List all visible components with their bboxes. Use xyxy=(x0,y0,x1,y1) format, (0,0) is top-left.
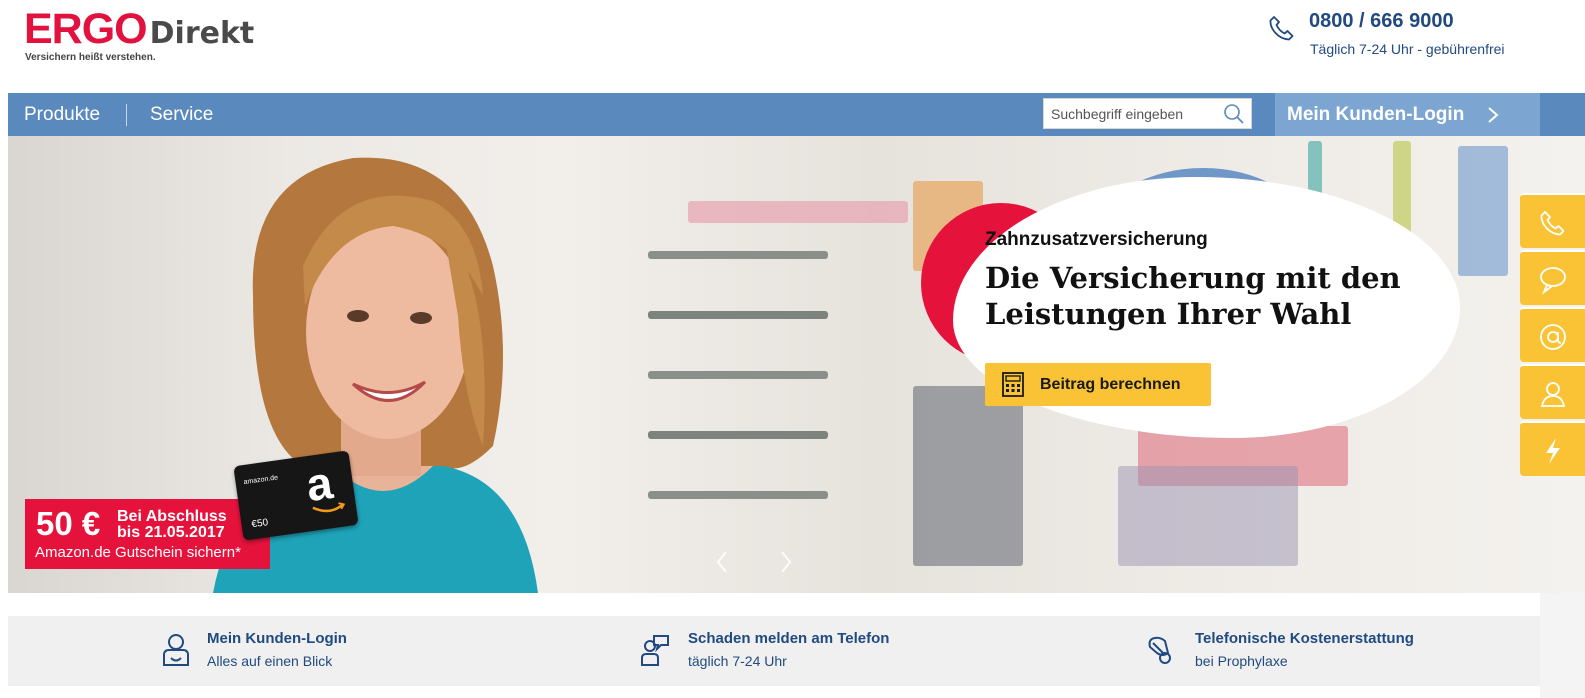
hotline-number[interactable]: 0800 / 666 9000 xyxy=(1309,10,1454,33)
promo-line-2: bis 21.05.2017 xyxy=(117,524,225,541)
calculator-icon xyxy=(1002,372,1024,397)
strip-item-claim-subtitle: täglich 7-24 Uhr xyxy=(688,653,787,669)
service-strip: Mein Kunden-Login Alles auf einen Blick … xyxy=(8,616,1540,686)
strip-item-refund-subtitle: bei Prophylaxe xyxy=(1195,653,1288,669)
tooth-icon xyxy=(1148,636,1171,664)
chevron-right-icon xyxy=(1488,107,1499,123)
teaser-kicker: Zahnzusatzversicherung xyxy=(985,229,1208,250)
amazon-giftcard-image: amazon.de a €50 xyxy=(233,450,359,541)
background-shelf xyxy=(648,431,828,439)
nav-item-service[interactable]: Service xyxy=(150,104,213,126)
page-gutter xyxy=(1540,593,1585,698)
customer-login-label: Mein Kunden-Login xyxy=(1287,104,1465,125)
background-shelf xyxy=(648,491,828,499)
customer-login-button[interactable]: Mein Kunden-Login xyxy=(1275,93,1540,136)
promo-subline: Amazon.de Gutschein sichern* xyxy=(35,544,241,561)
person-icon xyxy=(1540,382,1566,407)
chevron-left-icon[interactable] xyxy=(715,550,729,574)
chat-bubble-icon xyxy=(1540,267,1566,295)
background-shelf xyxy=(648,251,828,259)
hero-banner: Zahnzusatzversicherung Die Versicherung … xyxy=(8,136,1585,593)
side-tab-phone[interactable] xyxy=(1520,193,1585,248)
background-shelf xyxy=(648,371,828,379)
search-icon[interactable] xyxy=(1223,103,1245,125)
calculate-premium-button[interactable]: Beitrag berechnen xyxy=(985,363,1211,406)
search-box xyxy=(1043,98,1252,129)
user-icon xyxy=(163,634,189,666)
logo-direkt: Direkt xyxy=(149,16,255,51)
calculate-premium-label: Beitrag berechnen xyxy=(1040,376,1181,393)
side-tab-chat[interactable] xyxy=(1520,250,1585,305)
promo-amount: 50 € xyxy=(36,505,101,542)
logo-tagline: Versichern heißt verstehen. xyxy=(25,52,156,63)
background-box xyxy=(1118,466,1298,566)
giftcard-value: €50 xyxy=(250,517,269,531)
main-nav: Produkte Service Mein Kunden-Login xyxy=(8,93,1585,136)
background-books xyxy=(913,386,1023,566)
phone-icon xyxy=(1269,16,1294,41)
chevron-right-icon[interactable] xyxy=(779,550,793,574)
nav-divider xyxy=(126,104,127,126)
giftcard-brand: amazon.de xyxy=(243,474,279,487)
strip-item-claim-title: Schaden melden am Telefon xyxy=(688,630,890,647)
side-tab-quick[interactable] xyxy=(1520,421,1585,476)
strip-item-refund-title: Telefonische Kostenerstattung xyxy=(1195,630,1414,647)
nav-item-produkte[interactable]: Produkte xyxy=(24,104,100,126)
background-toy xyxy=(1458,146,1508,276)
side-tab-account[interactable] xyxy=(1520,364,1585,419)
side-tab-email[interactable] xyxy=(1520,307,1585,362)
strip-item-login-subtitle: Alles auf einen Blick xyxy=(207,653,333,669)
teaser-headline: Die Versicherung mit den Leistungen Ihre… xyxy=(985,261,1401,331)
strip-item-login-title: Mein Kunden-Login xyxy=(207,630,347,647)
support-chat-icon xyxy=(641,635,669,666)
strip-item-login[interactable]: Mein Kunden-Login Alles auf einen Blick xyxy=(161,616,461,686)
logo-ergo: ERGO xyxy=(24,5,148,53)
at-sign-icon xyxy=(1540,324,1566,350)
lightning-icon xyxy=(1546,438,1560,464)
phone-icon xyxy=(1540,211,1565,236)
ergo-direkt-logo[interactable]: ERGO Direkt Versichern heißt verstehen. xyxy=(24,5,255,64)
strip-item-claim[interactable]: Schaden melden am Telefon täglich 7-24 U… xyxy=(640,616,970,686)
background-shelf xyxy=(648,311,828,319)
background-box xyxy=(688,201,908,223)
strip-item-refund[interactable]: Telefonische Kostenerstattung bei Prophy… xyxy=(1145,616,1475,686)
site-header: ERGO Direkt Versichern heißt verstehen. 0… xyxy=(0,0,1585,93)
hotline-hours: Täglich 7-24 Uhr - gebührenfrei xyxy=(1310,41,1505,57)
search-input[interactable] xyxy=(1044,99,1219,128)
promo-line-1: Bei Abschluss xyxy=(117,508,227,525)
promo-badge[interactable]: 50 € Bei Abschluss bis 21.05.2017 Amazon… xyxy=(25,499,270,569)
